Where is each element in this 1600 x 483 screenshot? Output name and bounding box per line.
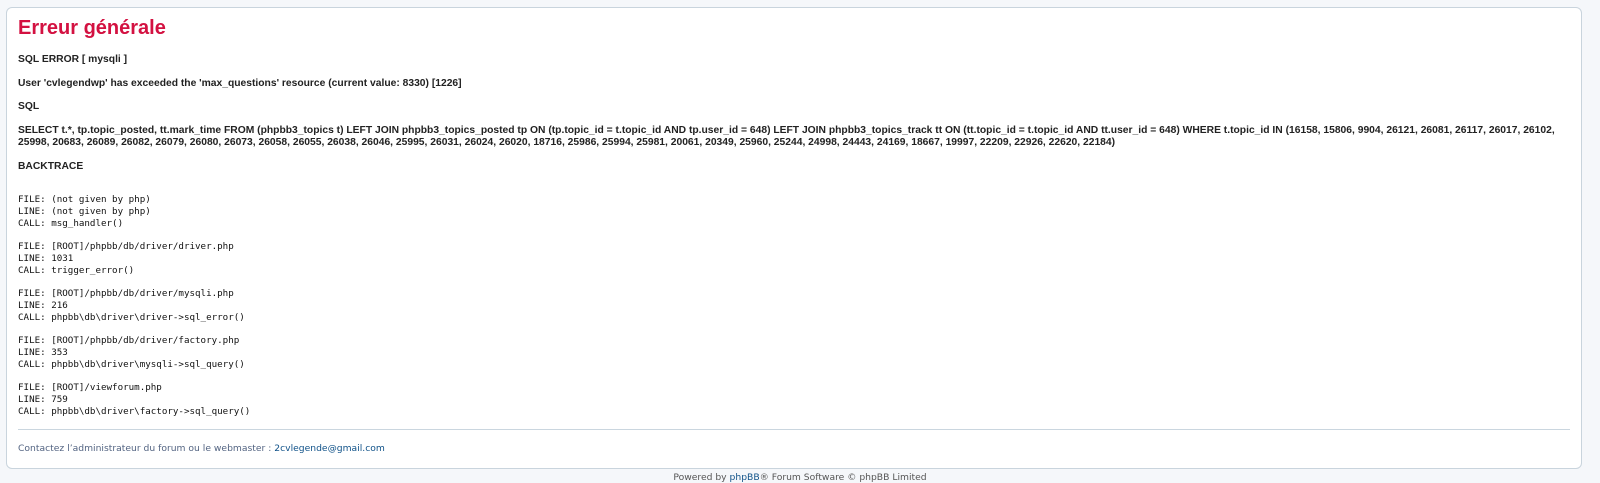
backtrace-frame: FILE: (not given by php) LINE: (not give… bbox=[18, 194, 1570, 229]
footer-prefix: Powered by bbox=[673, 472, 730, 483]
backtrace-frame: FILE: [ROOT]/phpbb/db/driver/factory.php… bbox=[18, 335, 1570, 370]
error-content: Erreur générale SQL ERROR [ mysqli ] Use… bbox=[7, 8, 1581, 468]
divider bbox=[18, 429, 1570, 430]
contact-email-link[interactable]: 2cvlegende@gmail.com bbox=[274, 443, 385, 454]
backtrace-call: CALL: phpbb\db\driver\mysqli->sql_query(… bbox=[18, 358, 245, 370]
contact-text: Contactez l’administrateur du forum ou l… bbox=[18, 443, 275, 454]
backtrace-frame: FILE: [ROOT]/viewforum.php LINE: 759 CAL… bbox=[18, 382, 1570, 417]
backtrace-heading: BACKTRACE bbox=[18, 160, 84, 172]
backtrace-line: LINE: 759 bbox=[18, 393, 68, 405]
backtrace-call: CALL: trigger_error() bbox=[18, 264, 135, 276]
footer-suffix: ® Forum Software © phpBB Limited bbox=[759, 472, 927, 483]
backtrace-frame: FILE: [ROOT]/phpbb/db/driver/mysqli.php … bbox=[18, 288, 1570, 323]
backtrace-call: CALL: msg_handler() bbox=[18, 217, 124, 229]
backtrace-line: LINE: 1031 bbox=[18, 252, 74, 264]
backtrace-call: CALL: phpbb\db\driver\factory->sql_query… bbox=[18, 405, 251, 417]
contact-line: Contactez l’administrateur du forum ou l… bbox=[18, 443, 385, 454]
backtrace-call: CALL: phpbb\db\driver\driver->sql_error(… bbox=[18, 311, 245, 323]
backtrace-frame: FILE: [ROOT]/phpbb/db/driver/driver.php … bbox=[18, 241, 1570, 276]
backtrace-file: FILE: [ROOT]/phpbb/db/driver/mysqli.php bbox=[18, 287, 234, 299]
backtrace-line: LINE: (not given by php) bbox=[18, 205, 151, 217]
backtrace-file: FILE: [ROOT]/viewforum.php bbox=[18, 381, 162, 393]
footer: Powered by phpBB® Forum Software © phpBB… bbox=[0, 472, 1600, 483]
backtrace-file: FILE: [ROOT]/phpbb/db/driver/driver.php bbox=[18, 240, 234, 252]
backtrace-line: LINE: 216 bbox=[18, 299, 68, 311]
error-message: User 'cvlegendwp' has exceeded the 'max_… bbox=[18, 77, 462, 89]
backtrace-file: FILE: (not given by php) bbox=[18, 194, 151, 205]
error-kind: SQL ERROR [ mysqli ] bbox=[18, 54, 128, 65]
error-panel: Erreur générale SQL ERROR [ mysqli ] Use… bbox=[6, 7, 1582, 469]
page-title: Erreur générale bbox=[18, 17, 166, 39]
sql-query: SELECT t.*, tp.topic_posted, tt.mark_tim… bbox=[18, 124, 1555, 149]
phpbb-link[interactable]: phpBB bbox=[730, 472, 760, 483]
backtrace-list: FILE: (not given by php) LINE: (not give… bbox=[18, 194, 1570, 417]
backtrace-file: FILE: [ROOT]/phpbb/db/driver/factory.php bbox=[18, 334, 240, 346]
sql-heading: SQL bbox=[18, 101, 40, 112]
backtrace-line: LINE: 353 bbox=[18, 346, 68, 358]
